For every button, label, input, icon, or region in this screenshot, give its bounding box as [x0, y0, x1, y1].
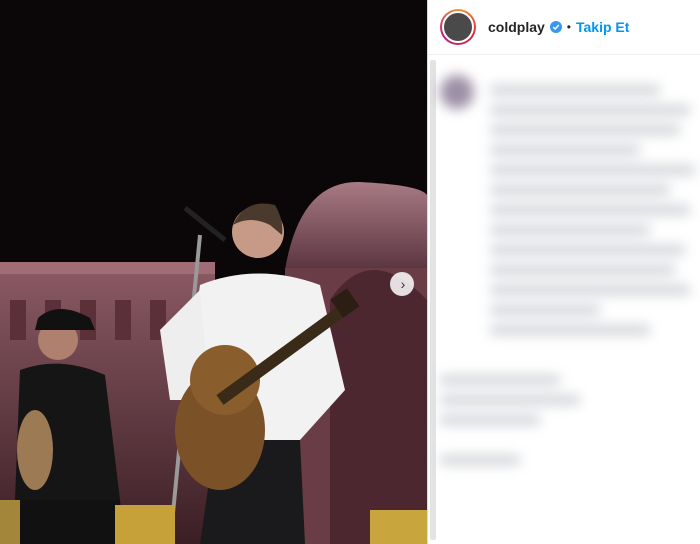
- blurred-line: [490, 205, 690, 215]
- blurred-line: [490, 285, 690, 295]
- separator-dot: •: [566, 20, 571, 34]
- instagram-post: › coldplay • Takip Et: [0, 0, 700, 544]
- username-link[interactable]: coldplay: [488, 19, 545, 35]
- blurred-line: [440, 375, 560, 385]
- blurred-line: [440, 395, 580, 405]
- blurred-line: [490, 165, 695, 175]
- blurred-line: [440, 455, 520, 465]
- blurred-line: [490, 105, 690, 115]
- blurred-line: [490, 325, 650, 335]
- blurred-content: [428, 55, 700, 485]
- blurred-line: [490, 305, 600, 315]
- post-header: coldplay • Takip Et: [428, 0, 700, 55]
- blurred-line: [440, 415, 540, 425]
- chevron-right-icon: ›: [400, 276, 406, 292]
- blurred-line: [490, 85, 660, 95]
- concert-photo: [0, 0, 427, 544]
- blurred-line: [490, 245, 685, 255]
- avatar-image: [442, 11, 474, 43]
- blurred-line: [490, 145, 640, 155]
- blurred-line: [490, 185, 670, 195]
- post-photo[interactable]: ›: [0, 0, 427, 544]
- blurred-line: [490, 125, 680, 135]
- blurred-line: [490, 225, 650, 235]
- verified-badge-icon: [549, 21, 562, 33]
- post-sidebar: coldplay • Takip Et: [427, 0, 700, 544]
- next-photo-button[interactable]: ›: [390, 272, 414, 296]
- follow-button[interactable]: Takip Et: [576, 19, 629, 35]
- comment-avatar: [440, 75, 474, 109]
- avatar[interactable]: [440, 9, 476, 45]
- blurred-caption-area: [428, 55, 700, 544]
- blurred-line: [490, 265, 675, 275]
